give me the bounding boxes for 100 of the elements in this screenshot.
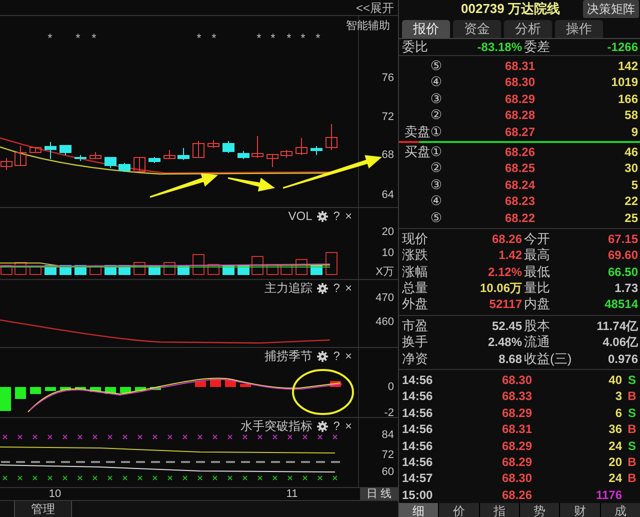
histogram-bar — [120, 387, 131, 393]
volume: 142 — [616, 58, 639, 74]
help-button[interactable]: ? — [333, 281, 340, 295]
axis-label: X万 — [376, 266, 394, 278]
volume: 9 — [630, 124, 639, 140]
candle — [118, 162, 130, 172]
trade-time: 14:56 — [402, 388, 434, 405]
trade-side: B — [626, 470, 638, 487]
tab[interactable]: 势 — [520, 503, 560, 517]
price: 68.28 — [504, 107, 536, 124]
volume: 1019 — [610, 74, 639, 91]
stock-title: 002739 万达院线 — [461, 0, 560, 18]
field-label: 市盈 — [402, 318, 429, 334]
help-button[interactable]: ? — [333, 419, 340, 433]
candle — [134, 156, 146, 172]
gear-icon[interactable] — [317, 210, 328, 222]
candle — [30, 146, 42, 153]
close-button[interactable]: × — [344, 419, 352, 433]
price: 68.27 — [504, 124, 536, 140]
volume-bar — [280, 264, 292, 275]
axis-label: 60 — [382, 466, 394, 478]
signal-mark: * — [212, 32, 216, 44]
field-label: 最高 — [524, 247, 550, 264]
candle — [326, 124, 338, 150]
trade-price: 68.29 — [500, 404, 533, 422]
tab[interactable]: 资金 — [453, 20, 501, 38]
trade-price: 68.26 — [500, 486, 533, 504]
circle-mark — [292, 369, 354, 415]
signal-mark: * — [270, 32, 276, 44]
field-label: 收益(三) — [524, 350, 572, 368]
level-label: ③ — [429, 90, 443, 108]
tab[interactable]: 分析 — [504, 20, 552, 38]
tab[interactable]: 细 — [399, 503, 438, 517]
price: 68.31 — [504, 58, 536, 74]
volume: 58 — [624, 107, 639, 124]
close-button[interactable]: × — [344, 209, 352, 223]
tab[interactable]: 财 — [560, 503, 600, 517]
trade-side: B — [626, 388, 638, 405]
axis-label: 64 — [382, 189, 394, 201]
candle — [164, 150, 176, 160]
field-value: 66.50 — [606, 264, 639, 280]
tab[interactable]: 成 — [600, 503, 640, 517]
indicator-title: 捕捞季节 — [264, 349, 312, 363]
expand-button[interactable]: <<展开 — [352, 0, 398, 14]
histogram-bar — [150, 387, 161, 390]
trade-time: 14:56 — [402, 454, 434, 470]
trade-time: 14:56 — [402, 438, 434, 454]
trade-time: 14:56 — [402, 372, 434, 388]
volume-bar — [296, 259, 308, 275]
level-label: 卖盘① — [403, 124, 443, 140]
volume-bar — [134, 262, 146, 275]
axis-label: 68 — [382, 149, 394, 161]
gear-icon[interactable] — [317, 282, 328, 294]
tab[interactable]: 指 — [480, 503, 519, 517]
field-value: 11.74亿 — [596, 318, 639, 334]
indicator-title: 水手突破指标 — [240, 419, 312, 433]
help-button[interactable]: ? — [333, 209, 340, 223]
volume-bar — [164, 262, 176, 275]
period-button[interactable]: 日 线 — [360, 488, 398, 500]
matrix-button[interactable]: 决策矩阵 — [583, 0, 639, 18]
field-value: 0.976 — [606, 350, 639, 368]
price: 68.26 — [504, 144, 536, 160]
gear-icon[interactable] — [317, 350, 328, 362]
help-button[interactable]: ? — [333, 349, 340, 363]
tab[interactable]: 价 — [439, 503, 479, 517]
candle — [60, 144, 72, 156]
candle — [90, 152, 102, 159]
field-value: 68.26 — [490, 230, 523, 248]
volume-bar — [30, 266, 42, 275]
axis-label: -2 — [384, 407, 394, 419]
gear-icon[interactable] — [317, 420, 328, 432]
close-button[interactable]: × — [344, 281, 352, 295]
arrow — [228, 177, 275, 192]
axis-label: 460 — [376, 316, 394, 328]
field-label: 今开 — [524, 230, 550, 248]
close-button[interactable]: × — [344, 349, 352, 363]
trade-volume: 6 — [614, 404, 623, 422]
axis-label: 76 — [382, 72, 394, 84]
histogram-bar — [0, 387, 11, 411]
volume-bar — [14, 262, 26, 275]
manage-tab[interactable]: 管理 — [15, 501, 72, 517]
histogram-bar — [90, 387, 101, 392]
field-value: 10.06万 — [478, 280, 523, 296]
field-label: 委差 — [524, 39, 550, 55]
field-label: 外盘 — [402, 296, 429, 313]
volume: 30 — [624, 160, 639, 177]
signal-mark: * — [316, 32, 320, 44]
level-label: ② — [429, 107, 443, 124]
candle — [104, 156, 116, 168]
trade-volume: 24 — [608, 438, 623, 454]
price: 68.25 — [504, 160, 536, 177]
field-value: 1.73 — [614, 280, 639, 296]
field-label: 换手 — [402, 334, 429, 351]
volume-bar — [266, 264, 278, 275]
trade-side: B — [626, 454, 638, 470]
tab[interactable]: 报价 — [402, 20, 450, 38]
field-value: 52.45 — [490, 318, 523, 334]
tab[interactable]: 操作 — [555, 20, 603, 38]
trade-price: 68.33 — [500, 388, 533, 405]
indicator-title: 主力追踪 — [264, 281, 312, 295]
